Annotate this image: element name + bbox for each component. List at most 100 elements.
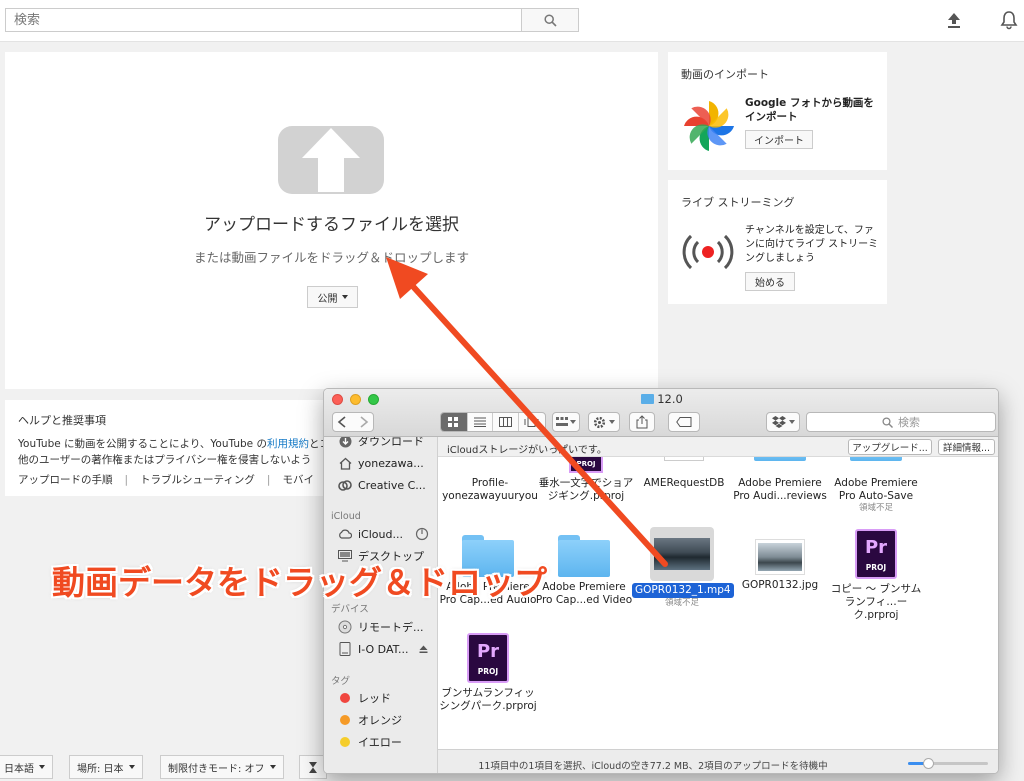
action-dropdown[interactable] [588, 412, 620, 432]
file-item[interactable]: Pr PROJ ブンサムランフィッ シングパーク.prproj [438, 633, 538, 713]
sidebar-item-creative-cloud[interactable]: Creative C... [338, 476, 437, 494]
file-item[interactable]: Profile- yonezawayuuryou [440, 457, 540, 503]
sidebar-item-downloads[interactable]: ダウンロード [338, 437, 437, 450]
file-item[interactable]: Adobe Premiere Pro Auto-Save 領域不足 [826, 457, 926, 514]
back-forward-buttons[interactable] [332, 412, 374, 432]
column-view-button[interactable] [492, 413, 518, 431]
sidebar-item-tag-orange[interactable]: オレンジ [338, 711, 437, 729]
red-tag-icon [340, 693, 350, 703]
bell-icon[interactable] [998, 9, 1020, 31]
file-label: Adobe Premiere Pro Cap...ed Video [535, 581, 633, 606]
slider-knob[interactable] [923, 758, 934, 769]
window-title-text: 12.0 [657, 392, 683, 406]
file-label: 垂水一文字でショア ジギング.prproj [538, 477, 634, 502]
restricted-mode-dropdown[interactable]: 制限付きモード: オフ [160, 755, 284, 779]
file-item[interactable]: Adobe Premiere Pro Audi...reviews [730, 457, 830, 503]
hourglass-icon [309, 761, 317, 773]
view-mode-segment[interactable] [440, 412, 546, 432]
sidebar-item-tag-red[interactable]: レッド [338, 689, 437, 707]
sidebar-item-home[interactable]: yonezawa... [338, 454, 437, 472]
live-streaming-card: ライブ ストリーミング チャンネルを設定して、ファンに向けてライブ ストリーミン… [668, 180, 887, 304]
gallery-view-button[interactable] [517, 413, 545, 431]
troubleshooting-link[interactable]: トラブルシューティング [140, 474, 255, 486]
orange-tag-icon [340, 715, 350, 725]
file-item-selected[interactable]: GOPR0132_1.mp4 領域不足 [632, 527, 734, 609]
sidebar-label: ダウンロード [358, 437, 424, 448]
mobile-link[interactable]: モバイ [282, 474, 314, 486]
sidebar-item-icloud-drive[interactable]: iCloud... [338, 525, 437, 543]
file-label: GOPR0132.jpg [741, 579, 819, 591]
tags-button[interactable] [668, 412, 700, 432]
selected-file-label: GOPR0132_1.mp4 [632, 583, 734, 598]
video-frame [654, 538, 710, 570]
caret-down-icon [341, 295, 348, 299]
status-text: 11項目中の1項目を選択、iCloudの空き77.2 MB、2項目のアップロード… [478, 761, 828, 772]
import-description: Google フォトから動画をインポート [745, 97, 874, 123]
search-icon [882, 416, 893, 428]
search-icon [543, 13, 557, 27]
document-icon [664, 457, 704, 461]
privacy-label: 公開 [317, 293, 338, 305]
premiere-project-icon: Pr PROJ [855, 529, 897, 579]
video-thumbnail [650, 527, 714, 581]
caret-down-icon [788, 420, 795, 424]
language-dropdown[interactable]: 日本語 [0, 755, 53, 779]
upgrade-button[interactable]: アップグレード... [848, 439, 932, 455]
download-icon [338, 437, 352, 448]
home-icon [338, 456, 352, 470]
icon-view-button[interactable] [441, 413, 467, 431]
terms-link[interactable]: 利用規約 [267, 438, 309, 450]
dropbox-dropdown[interactable] [766, 412, 800, 432]
file-item[interactable]: GOPR0132.jpg [730, 535, 830, 592]
forward-icon[interactable] [353, 415, 373, 429]
file-item[interactable]: Pr PROJ コピー ～ ブンサム ランフィ…ーク.prproj [826, 529, 926, 622]
file-item[interactable]: Adobe Premiere Pro Cap...ed Video [534, 535, 634, 607]
columns-icon [498, 417, 512, 427]
privacy-dropdown[interactable]: 公開 [307, 286, 358, 308]
upload-arrow-icon[interactable] [278, 122, 384, 196]
caret-down-icon [39, 765, 45, 769]
upload-card[interactable]: アップロードするファイルを選択 または動画ファイルをドラッグ＆ドロップします 公… [5, 52, 658, 389]
folder-icon [754, 457, 806, 461]
finder-titlebar[interactable]: 12.0 検索 [324, 389, 998, 437]
start-live-button[interactable]: 始める [745, 272, 795, 291]
annotation-caption: 動画データをドラッグ＆ドロップ [52, 563, 547, 602]
back-icon[interactable] [333, 415, 353, 429]
sidebar-heading-icloud: iCloud [331, 511, 361, 522]
sidebar-item-tag-yellow[interactable]: イエロー [338, 733, 437, 751]
list-view-button[interactable] [466, 413, 493, 431]
file-label: コピー ～ ブンサム ランフィ…ーク.prproj [830, 583, 922, 621]
finder-search-field[interactable]: 検索 [806, 412, 996, 432]
proj-badge: PROJ [576, 460, 596, 468]
folder-icon [641, 394, 655, 404]
location-dropdown[interactable]: 場所: 日本 [69, 755, 143, 779]
sidebar-item-remote-disc[interactable]: リモートデ... [338, 618, 437, 636]
group-icon [556, 417, 568, 426]
search-button[interactable] [521, 8, 579, 32]
search-input[interactable] [5, 8, 522, 32]
upload-icon[interactable] [944, 10, 964, 30]
sidebar-item-external-drive[interactable]: I-O DAT... [338, 640, 437, 658]
sidebar-label: yonezawa... [358, 456, 424, 470]
upload-guide-link[interactable]: アップロードの手順 [18, 474, 113, 486]
sidebar-label: I-O DAT... [358, 642, 409, 656]
icon-size-slider[interactable] [908, 758, 988, 769]
help-terms-line: YouTube に動画を公開することにより、YouTube の利用規約とコ [18, 436, 330, 451]
import-button[interactable]: インポート [745, 130, 813, 149]
share-button[interactable] [629, 412, 655, 432]
sidebar-label: オレンジ [358, 714, 402, 727]
location-label: 場所: 日本 [77, 763, 124, 775]
file-item[interactable]: PROJ 垂水一文字でショア ジギング.prproj [536, 457, 636, 503]
caret-down-icon [128, 765, 135, 769]
cover-flow-icon [524, 417, 539, 427]
dropbox-icon [771, 416, 786, 428]
file-label: Profile- yonezawayuuryou [442, 477, 538, 502]
details-button[interactable]: 詳細情報... [938, 439, 995, 455]
cloud-icon [338, 527, 352, 541]
help-title: ヘルプと推奨事項 [18, 414, 106, 427]
file-item[interactable]: AMERequestDB [634, 457, 734, 490]
icloud-storage-message: iCloudストレージがいっぱいです。 [447, 445, 607, 456]
pr-logo: Pr [476, 641, 500, 662]
group-dropdown[interactable] [552, 412, 580, 432]
eject-icon[interactable] [419, 645, 428, 654]
